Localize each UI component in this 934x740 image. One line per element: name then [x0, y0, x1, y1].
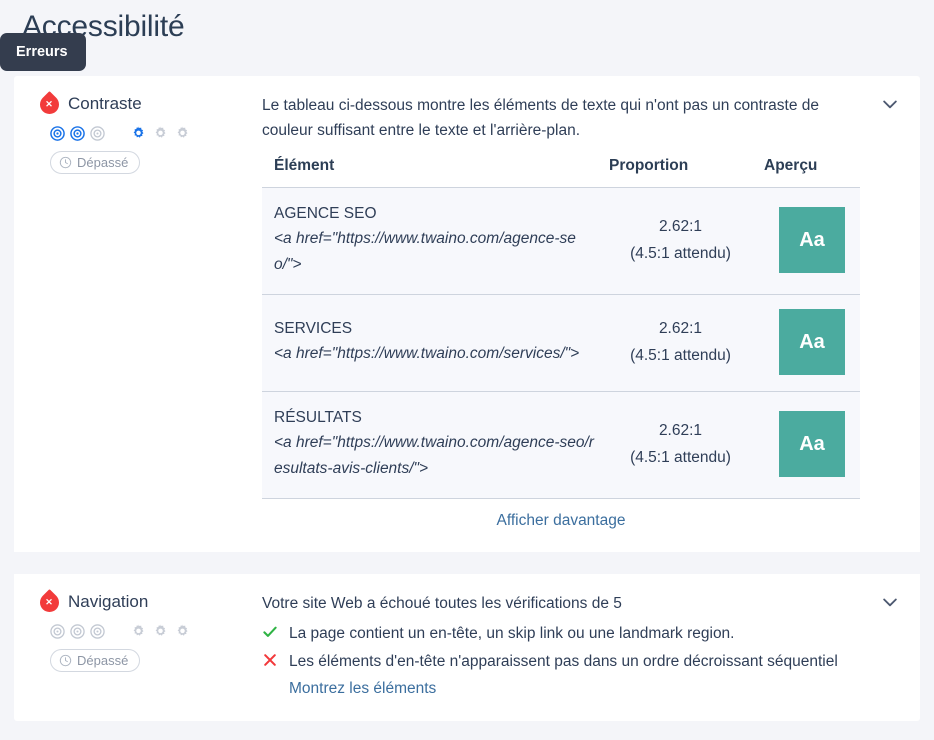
impact-icons — [50, 126, 105, 141]
cell-element: SERVICES <a href="https://www.twaino.com… — [262, 294, 597, 392]
chevron-down-icon[interactable] — [880, 592, 900, 612]
section-title: Contraste — [68, 94, 142, 113]
gear-icon-inactive — [177, 126, 188, 138]
cell-element: RÉSULTATS <a href="https://www.twaino.co… — [262, 391, 597, 499]
preview-swatch: Aa — [779, 309, 845, 375]
element-code: <a href="https://www.twaino.com/services… — [274, 345, 580, 362]
check-text-wrapper: Les éléments d'en-tête n'apparaissent pa… — [289, 649, 838, 703]
column-header-element: Élément — [274, 157, 335, 174]
section-divider — [14, 552, 920, 574]
section-contraste: ✕ Contraste Dépassé Le tableau ci-dessou… — [14, 76, 920, 552]
gear-icon — [133, 126, 144, 138]
section-navigation-header: ✕ Navigation — [36, 588, 262, 616]
check-text: La page contient un en-tête, un skip lin… — [289, 624, 735, 642]
cell-apercu: Aa — [752, 187, 860, 295]
impact-icons — [50, 624, 105, 639]
status-badge-label: Dépassé — [77, 155, 129, 170]
ratio-expected: (4.5:1 attendu) — [630, 449, 731, 466]
bullseye-icon — [50, 126, 65, 141]
x-icon — [262, 649, 278, 673]
bullseye-icon-inactive — [50, 624, 65, 639]
cell-proportion: 2.62:1 (4.5:1 attendu) — [597, 391, 752, 499]
list-item: La page contient un en-tête, un skip lin… — [262, 621, 860, 647]
section-contraste-left: ✕ Contraste Dépassé — [14, 90, 262, 552]
clock-icon — [59, 654, 72, 667]
section-contraste-metrics — [50, 126, 262, 141]
ratio-value: 2.62:1 — [658, 218, 703, 235]
page-title: Accessibilité — [22, 10, 185, 43]
show-more-link[interactable]: Afficher davantage — [262, 512, 860, 530]
ratio-expected: (4.5:1 attendu) — [630, 245, 731, 262]
column-header-proportion: Proportion — [609, 157, 689, 174]
list-item: Les éléments d'en-tête n'apparaissent pa… — [262, 649, 860, 703]
accessibility-page: Accessibilité Erreurs ✕ Contraste Dépass… — [0, 0, 934, 740]
clock-icon — [59, 156, 72, 169]
cell-apercu: Aa — [752, 391, 860, 499]
bullseye-icon-inactive — [90, 624, 105, 639]
ratio-value: 2.62:1 — [658, 422, 703, 439]
section-contraste-header: ✕ Contraste — [36, 90, 262, 118]
cell-proportion: 2.62:1 (4.5:1 attendu) — [597, 294, 752, 392]
section-navigation-metrics — [50, 624, 262, 639]
column-header-apercu: Aperçu — [764, 157, 818, 174]
section-navigation-left: ✕ Navigation Dépassé — [14, 588, 262, 705]
table-row: SERVICES <a href="https://www.twaino.com… — [262, 294, 860, 392]
navigation-checklist: La page contient un en-tête, un skip lin… — [262, 621, 860, 703]
accessibility-card: ✕ Contraste Dépassé Le tableau ci-dessou… — [14, 76, 920, 721]
page-header: Accessibilité — [0, 0, 934, 52]
status-badge-label: Dépassé — [77, 653, 129, 668]
section-navigation-right: Votre site Web a échoué toutes les vérif… — [262, 592, 920, 705]
element-code: <a href="https://www.twaino.com/agence-s… — [274, 230, 576, 273]
show-elements-link[interactable]: Montrez les éléments — [289, 675, 838, 703]
error-icon: ✕ — [36, 90, 63, 118]
bullseye-icon-inactive — [90, 126, 105, 141]
element-name: RÉSULTATS — [274, 409, 362, 426]
cell-apercu: Aa — [752, 294, 860, 392]
element-code: <a href="https://www.twaino.com/agence-s… — [274, 434, 594, 477]
element-name: SERVICES — [274, 320, 353, 337]
element-name: AGENCE SEO — [274, 205, 377, 222]
status-badge: Dépassé — [50, 151, 141, 174]
cell-proportion: 2.62:1 (4.5:1 attendu) — [597, 187, 752, 295]
check-text: Les éléments d'en-tête n'apparaissent pa… — [289, 652, 838, 670]
ratio-value: 2.62:1 — [658, 320, 703, 337]
table-row: AGENCE SEO <a href="https://www.twaino.c… — [262, 187, 860, 295]
errors-tooltip[interactable]: Erreurs — [0, 33, 86, 71]
effort-icons — [131, 126, 190, 141]
status-badge: Dépassé — [50, 649, 141, 672]
section-navigation: ✕ Navigation Dépassé Votre site Web a éc… — [14, 574, 920, 721]
gear-icon-inactive — [155, 126, 166, 138]
preview-swatch: Aa — [779, 207, 845, 273]
section-title: Navigation — [68, 592, 149, 611]
contrast-table: Élément Proportion Aperçu AGENCE SEO <a … — [262, 157, 860, 499]
preview-swatch: Aa — [779, 411, 845, 477]
table-header-row: Élément Proportion Aperçu — [262, 157, 860, 188]
effort-icons — [131, 624, 190, 639]
ratio-expected: (4.5:1 attendu) — [630, 347, 731, 364]
cell-element: AGENCE SEO <a href="https://www.twaino.c… — [262, 187, 597, 295]
section-description: Votre site Web a échoué toutes les vérif… — [262, 595, 622, 612]
check-icon — [262, 621, 278, 645]
gear-icon-inactive — [177, 624, 188, 636]
bullseye-icon — [70, 126, 85, 141]
gear-icon-inactive — [155, 624, 166, 636]
section-contraste-right: Le tableau ci-dessous montre les élément… — [262, 94, 920, 552]
section-description: Le tableau ci-dessous montre les élément… — [262, 97, 819, 139]
chevron-down-icon[interactable] — [880, 94, 900, 114]
bullseye-icon-inactive — [70, 624, 85, 639]
table-row: RÉSULTATS <a href="https://www.twaino.co… — [262, 391, 860, 499]
error-icon: ✕ — [36, 588, 63, 616]
gear-icon-inactive — [133, 624, 144, 636]
